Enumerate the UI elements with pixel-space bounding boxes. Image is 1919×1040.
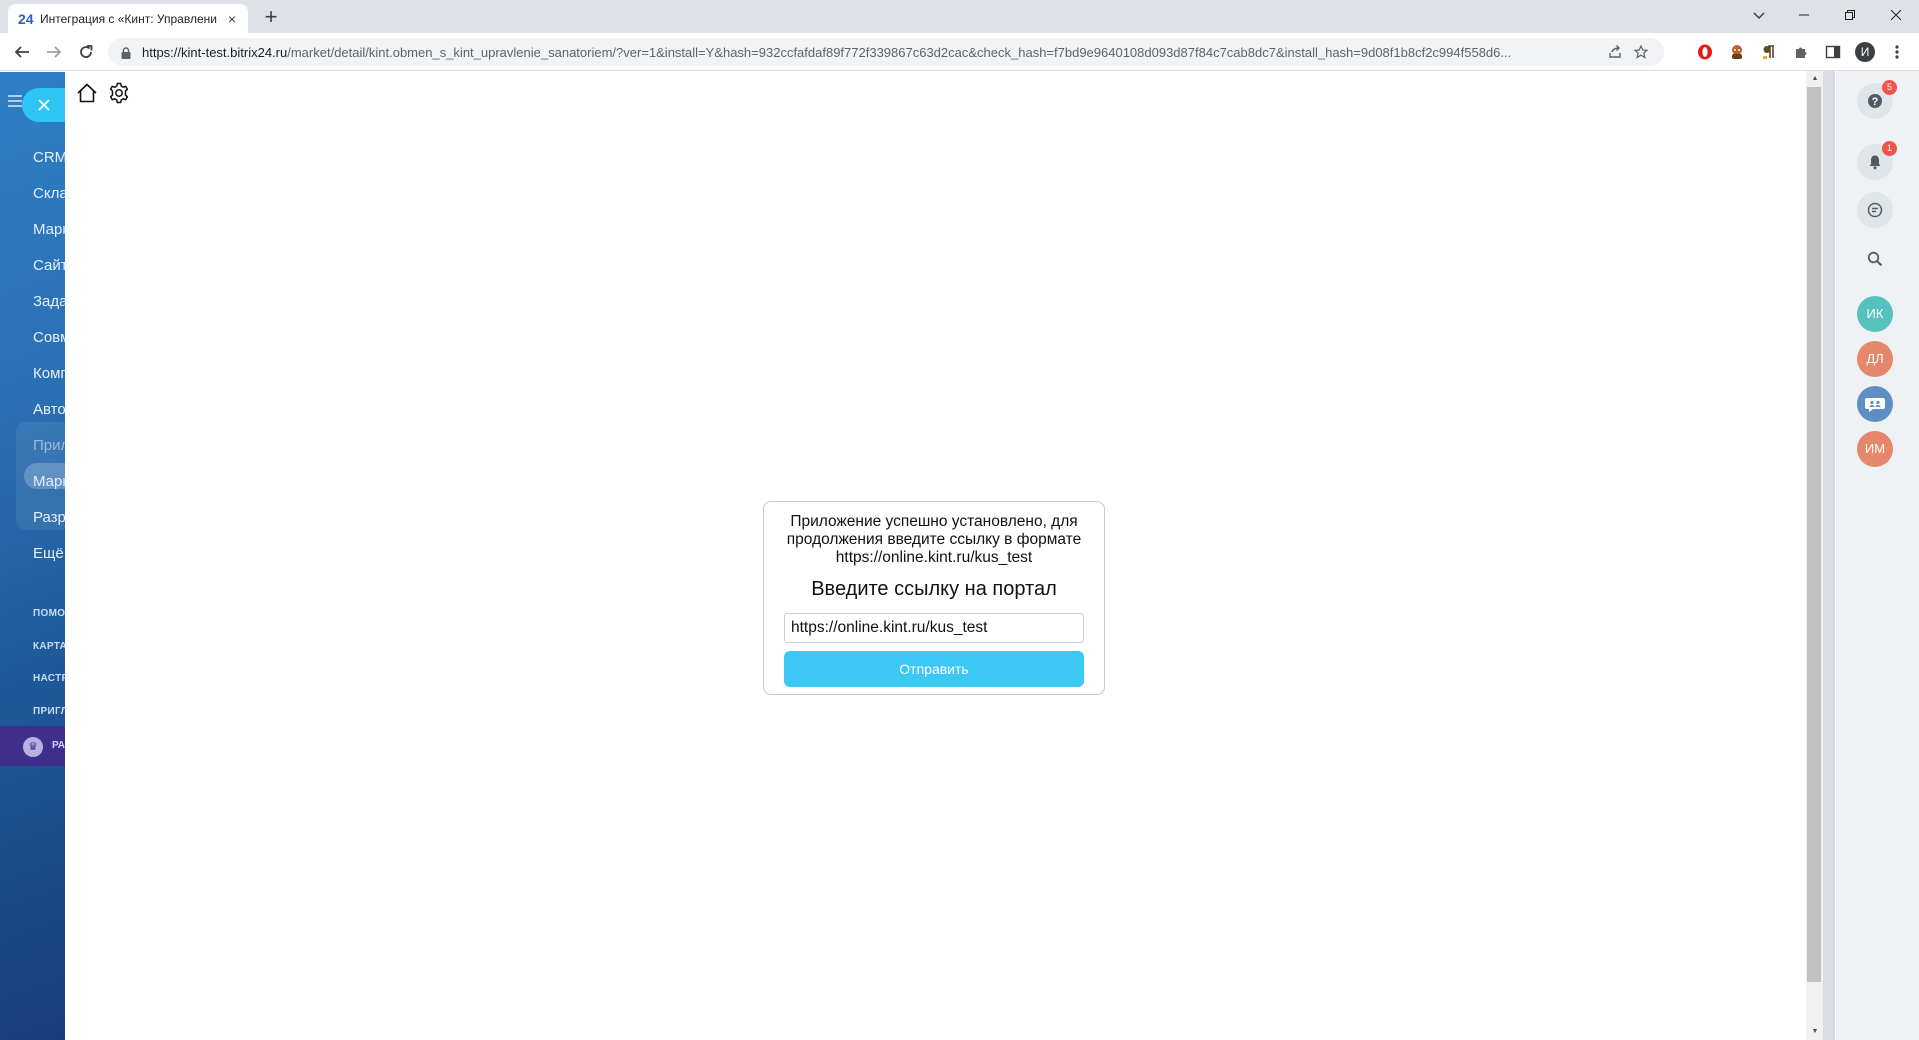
profile-initial: И bbox=[1855, 42, 1875, 62]
address-bar[interactable]: https://kint-test.bitrix24.ru/market/det… bbox=[108, 38, 1664, 66]
side-panel-icon[interactable] bbox=[1821, 40, 1845, 64]
search-icon bbox=[1867, 251, 1883, 267]
browser-tab-active[interactable]: 24 Интеграция с «Кинт: Управлени × bbox=[8, 4, 248, 33]
card-title: Введите ссылку на портал bbox=[811, 578, 1057, 600]
notifications-badge: 1 bbox=[1882, 141, 1897, 156]
scrollbar-thumb[interactable] bbox=[1807, 87, 1821, 982]
browser-toolbar: https://kint-test.bitrix24.ru/market/det… bbox=[0, 33, 1919, 71]
extension-character-icon[interactable] bbox=[1725, 40, 1749, 64]
chrome-menu-icon[interactable] bbox=[1885, 40, 1909, 64]
menu-item-market[interactable]: Маркет bbox=[33, 464, 66, 500]
bell-icon bbox=[1869, 155, 1881, 170]
new-tab-button[interactable]: + bbox=[258, 5, 284, 31]
scroll-down-arrow-icon[interactable]: ▼ bbox=[1810, 1028, 1820, 1035]
pilcrow-extension-icon[interactable] bbox=[1757, 40, 1781, 64]
group-icon bbox=[1865, 398, 1885, 412]
portal-url-input[interactable] bbox=[784, 613, 1084, 643]
menu-item-automation[interactable]: Автоматизация bbox=[33, 392, 66, 428]
submit-button[interactable]: Отправить bbox=[784, 651, 1084, 687]
user-avatar-im[interactable]: ИМ bbox=[1857, 431, 1893, 467]
close-window-button[interactable] bbox=[1873, 0, 1919, 29]
browser-tabstrip: 24 Интеграция с «Кинт: Управлени × + bbox=[0, 0, 1919, 33]
restore-button[interactable] bbox=[1827, 0, 1873, 29]
menu-item-warehouse[interactable]: Склад bbox=[33, 176, 66, 212]
notifications-button[interactable]: 1 bbox=[1857, 141, 1897, 180]
group-chat-avatar[interactable] bbox=[1857, 386, 1893, 422]
reload-icon[interactable] bbox=[74, 40, 98, 64]
menu-item-marketing[interactable]: Маркетинг bbox=[33, 212, 66, 248]
bitrix24-favicon-icon: 24 bbox=[18, 10, 34, 27]
url-text[interactable]: https://kint-test.bitrix24.ru/market/det… bbox=[142, 45, 1602, 60]
install-success-message: Приложение успешно установлено, для прод… bbox=[786, 513, 1082, 566]
user-avatar-dl[interactable]: ДЛ bbox=[1857, 341, 1893, 377]
crown-icon: ♛ bbox=[23, 737, 43, 757]
menu-burger-icon[interactable] bbox=[8, 94, 22, 112]
menu-item-crm[interactable]: CRM bbox=[33, 140, 66, 176]
tab-title: Интеграция с «Кинт: Управлени bbox=[40, 11, 217, 26]
lock-icon[interactable] bbox=[120, 46, 132, 59]
menu-item-company[interactable]: Компания bbox=[33, 356, 66, 392]
close-icon bbox=[38, 99, 50, 111]
share-icon[interactable] bbox=[1602, 40, 1628, 64]
tab-close-icon[interactable]: × bbox=[224, 11, 240, 27]
messenger-button[interactable] bbox=[1857, 192, 1893, 228]
app-slider-frame: Приложение успешно установлено, для прод… bbox=[65, 71, 1805, 1040]
scroll-up-arrow-icon[interactable]: ▲ bbox=[1810, 75, 1820, 82]
back-arrow-icon[interactable] bbox=[10, 40, 34, 64]
menu-help-link[interactable]: ПОМОЩЬ bbox=[33, 598, 66, 631]
search-button[interactable] bbox=[1857, 241, 1893, 277]
portal-link-card: Приложение успешно установлено, для прод… bbox=[763, 501, 1105, 695]
menu-item-more[interactable]: Ещё bbox=[33, 536, 66, 572]
help-button[interactable]: ? 5 bbox=[1857, 80, 1897, 119]
profile-avatar[interactable]: И bbox=[1853, 40, 1877, 64]
chat-icon bbox=[1867, 202, 1883, 218]
tab-search-icon[interactable] bbox=[1744, 4, 1774, 28]
menu-map-link[interactable]: КАРТА bbox=[33, 631, 66, 664]
menu-invite-link[interactable]: ПРИГЛАСИТЬ bbox=[33, 696, 66, 729]
menu-item-applications[interactable]: Приложения bbox=[33, 428, 66, 464]
bitrix-left-menu: CRM Склад Маркетинг Сайты Задачи Совмест… bbox=[0, 72, 66, 1040]
close-slider-button[interactable] bbox=[22, 88, 66, 122]
menu-item-tasks[interactable]: Задачи bbox=[33, 284, 66, 320]
forward-arrow-icon[interactable] bbox=[42, 40, 66, 64]
tariff-label: РАСШИРИТЬ bbox=[52, 740, 66, 751]
gear-icon[interactable] bbox=[107, 81, 131, 105]
minimize-button[interactable] bbox=[1781, 0, 1827, 29]
user-avatar-ik[interactable]: ИК bbox=[1857, 296, 1893, 332]
slider-edge bbox=[1823, 71, 1835, 1040]
extensions-puzzle-icon[interactable] bbox=[1789, 40, 1813, 64]
menu-configure-link[interactable]: НАСТРОИТЬ bbox=[33, 663, 66, 696]
help-icon: ? bbox=[1868, 94, 1882, 108]
bitrix-right-panel: ? 5 1 ИК ДЛ ИМ bbox=[1836, 71, 1919, 1040]
bookmark-star-icon[interactable] bbox=[1628, 40, 1654, 64]
menu-item-collab[interactable]: Совместная bbox=[33, 320, 66, 356]
home-icon[interactable] bbox=[76, 82, 98, 104]
menu-item-developers[interactable]: Разработчикам bbox=[33, 500, 66, 536]
help-badge: 5 bbox=[1882, 80, 1897, 95]
tariff-upgrade-bar[interactable]: ♛ РАСШИРИТЬ bbox=[0, 726, 66, 766]
svg-text:?: ? bbox=[1872, 96, 1879, 108]
menu-item-sites[interactable]: Сайты bbox=[33, 248, 66, 284]
opera-extension-icon[interactable] bbox=[1693, 40, 1717, 64]
